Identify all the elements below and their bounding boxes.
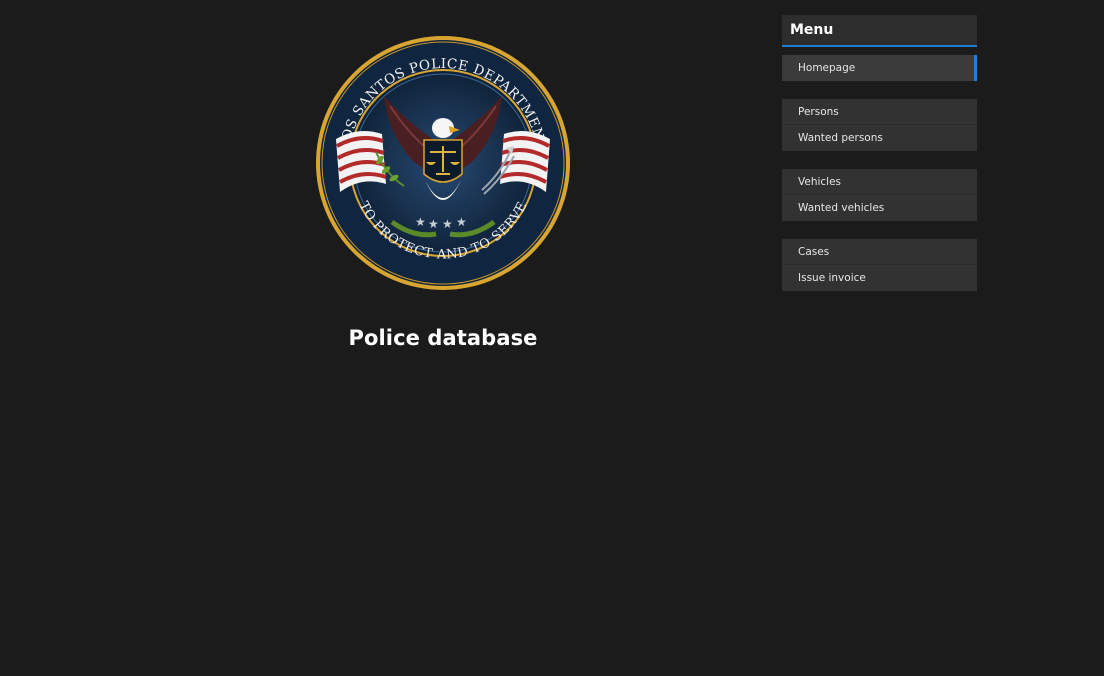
svg-text:★: ★	[442, 217, 453, 231]
svg-text:★: ★	[428, 217, 439, 231]
menu-item-vehicles[interactable]: Vehicles	[782, 169, 977, 195]
menu-item-persons[interactable]: Persons	[782, 99, 977, 125]
menu-item-wanted-persons[interactable]: Wanted persons	[782, 125, 977, 151]
menu-item-issue-invoice[interactable]: Issue invoice	[782, 265, 977, 291]
seal-graphic: LOS SANTOS POLICE DEPARTMENT TO PROTECT …	[316, 36, 570, 290]
menu-item-cases[interactable]: Cases	[782, 239, 977, 265]
menu-group-persons: Persons Wanted persons	[782, 99, 977, 151]
menu-item-homepage[interactable]: Homepage	[782, 55, 977, 81]
menu-group-cases: Cases Issue invoice	[782, 239, 977, 291]
lspd-seal-logo: LOS SANTOS POLICE DEPARTMENT TO PROTECT …	[314, 34, 572, 292]
app-window: LOS SANTOS POLICE DEPARTMENT TO PROTECT …	[0, 0, 1104, 676]
sidebar-menu: Menu Homepage Persons Wanted persons Veh…	[782, 15, 977, 291]
main-content: LOS SANTOS POLICE DEPARTMENT TO PROTECT …	[0, 0, 886, 676]
menu-group-home: Homepage	[782, 55, 977, 81]
svg-text:★: ★	[456, 215, 467, 229]
svg-text:★: ★	[415, 215, 426, 229]
page-title: Police database	[348, 326, 538, 350]
menu-header: Menu	[782, 15, 977, 47]
menu-item-wanted-vehicles[interactable]: Wanted vehicles	[782, 195, 977, 221]
menu-group-vehicles: Vehicles Wanted vehicles	[782, 169, 977, 221]
